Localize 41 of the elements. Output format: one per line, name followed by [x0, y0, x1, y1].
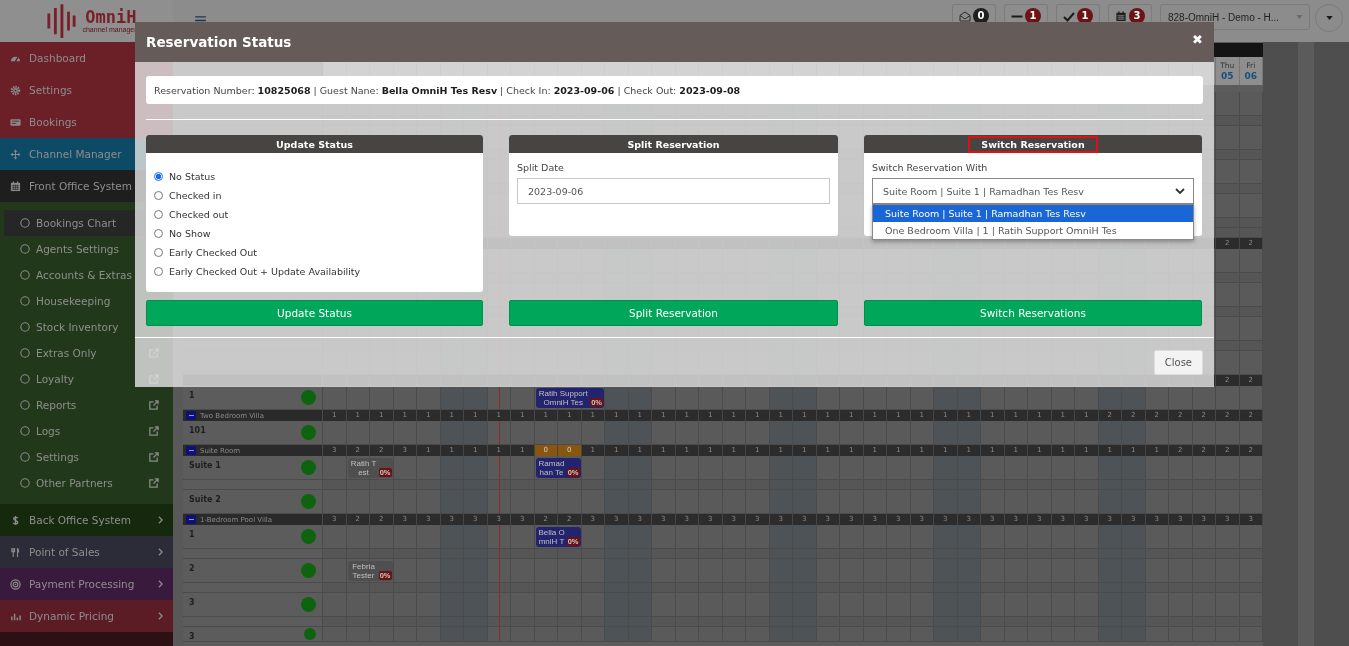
panel-title: Split Reservation — [626, 137, 721, 152]
radio-label: Early Checked Out + Update Availability — [169, 265, 361, 277]
dropdown-option[interactable]: Suite Room | Suite 1 | Ramadhan Tes Resv — [873, 205, 1193, 222]
room-label: 1 — [189, 530, 195, 539]
reservation-info: Reservation Number: 10825068 | Guest Nane: Bella OmniH Tes Resv | Check In: 2023-09-06 | Check Out: 2023-09-08 — [146, 76, 1203, 104]
room-label: 3 — [189, 598, 195, 607]
guest-name: Ratih Support OmniH Tes — [537, 389, 589, 407]
day-number: 05 — [1221, 71, 1234, 81]
sidebar-item[interactable]: Logs — [4, 418, 173, 444]
room-label: 3 — [189, 632, 195, 641]
close-button[interactable]: ✖ — [1192, 31, 1203, 47]
action-button[interactable]: Split Reservation — [509, 300, 838, 326]
sidebar-item[interactable]: Payment Processing — [0, 568, 173, 600]
sidebar-item[interactable]: Reports — [4, 392, 173, 418]
day-number: 06 — [1244, 71, 1257, 81]
guest-name: Bella OmniH T — [537, 528, 566, 546]
sidebar-item[interactable]: Dynamic Pricing — [0, 600, 173, 632]
sidebar-item[interactable]: Point of Sales — [0, 536, 173, 568]
panel-title: Update Status — [275, 137, 354, 152]
field-label: Split Date — [517, 162, 565, 173]
sidebar-item[interactable]: Settings — [4, 444, 173, 470]
date-field[interactable]: 2023-09-06 — [517, 178, 830, 204]
panel-title: Switch Reservation — [968, 135, 1098, 153]
room-label: Suite 2 — [189, 495, 221, 504]
guest-name: Febria Tester — [351, 562, 376, 580]
guest-name: Ratih Test — [349, 459, 378, 477]
logo-wordmark: OmniH — [85, 8, 137, 26]
close-button[interactable]: Close — [1153, 350, 1203, 375]
guest-name: Ramadhan Te — [537, 459, 566, 477]
sidebar-item[interactable]: Back Office System — [0, 504, 173, 536]
action-button[interactable]: Update Status — [146, 300, 483, 326]
room-label: 2 — [189, 564, 195, 573]
radio-label: Early Checked Out — [169, 246, 257, 258]
sidebar-item[interactable]: Other Partners — [4, 470, 173, 496]
dropdown-option[interactable]: One Bedroom Villa | 1 | Ratih Support OmniH Tes — [873, 222, 1193, 239]
field-label: Switch Reservation With — [872, 162, 989, 173]
room-label: Suite 1 — [189, 461, 221, 470]
reservation-select[interactable]: Suite Room | Suite 1 | Ramadhan Tes Resv — [872, 178, 1194, 204]
room-label: 101 — [189, 426, 206, 435]
action-button[interactable]: Switch Reservations — [864, 300, 1202, 326]
room-label: 1 — [189, 391, 195, 400]
